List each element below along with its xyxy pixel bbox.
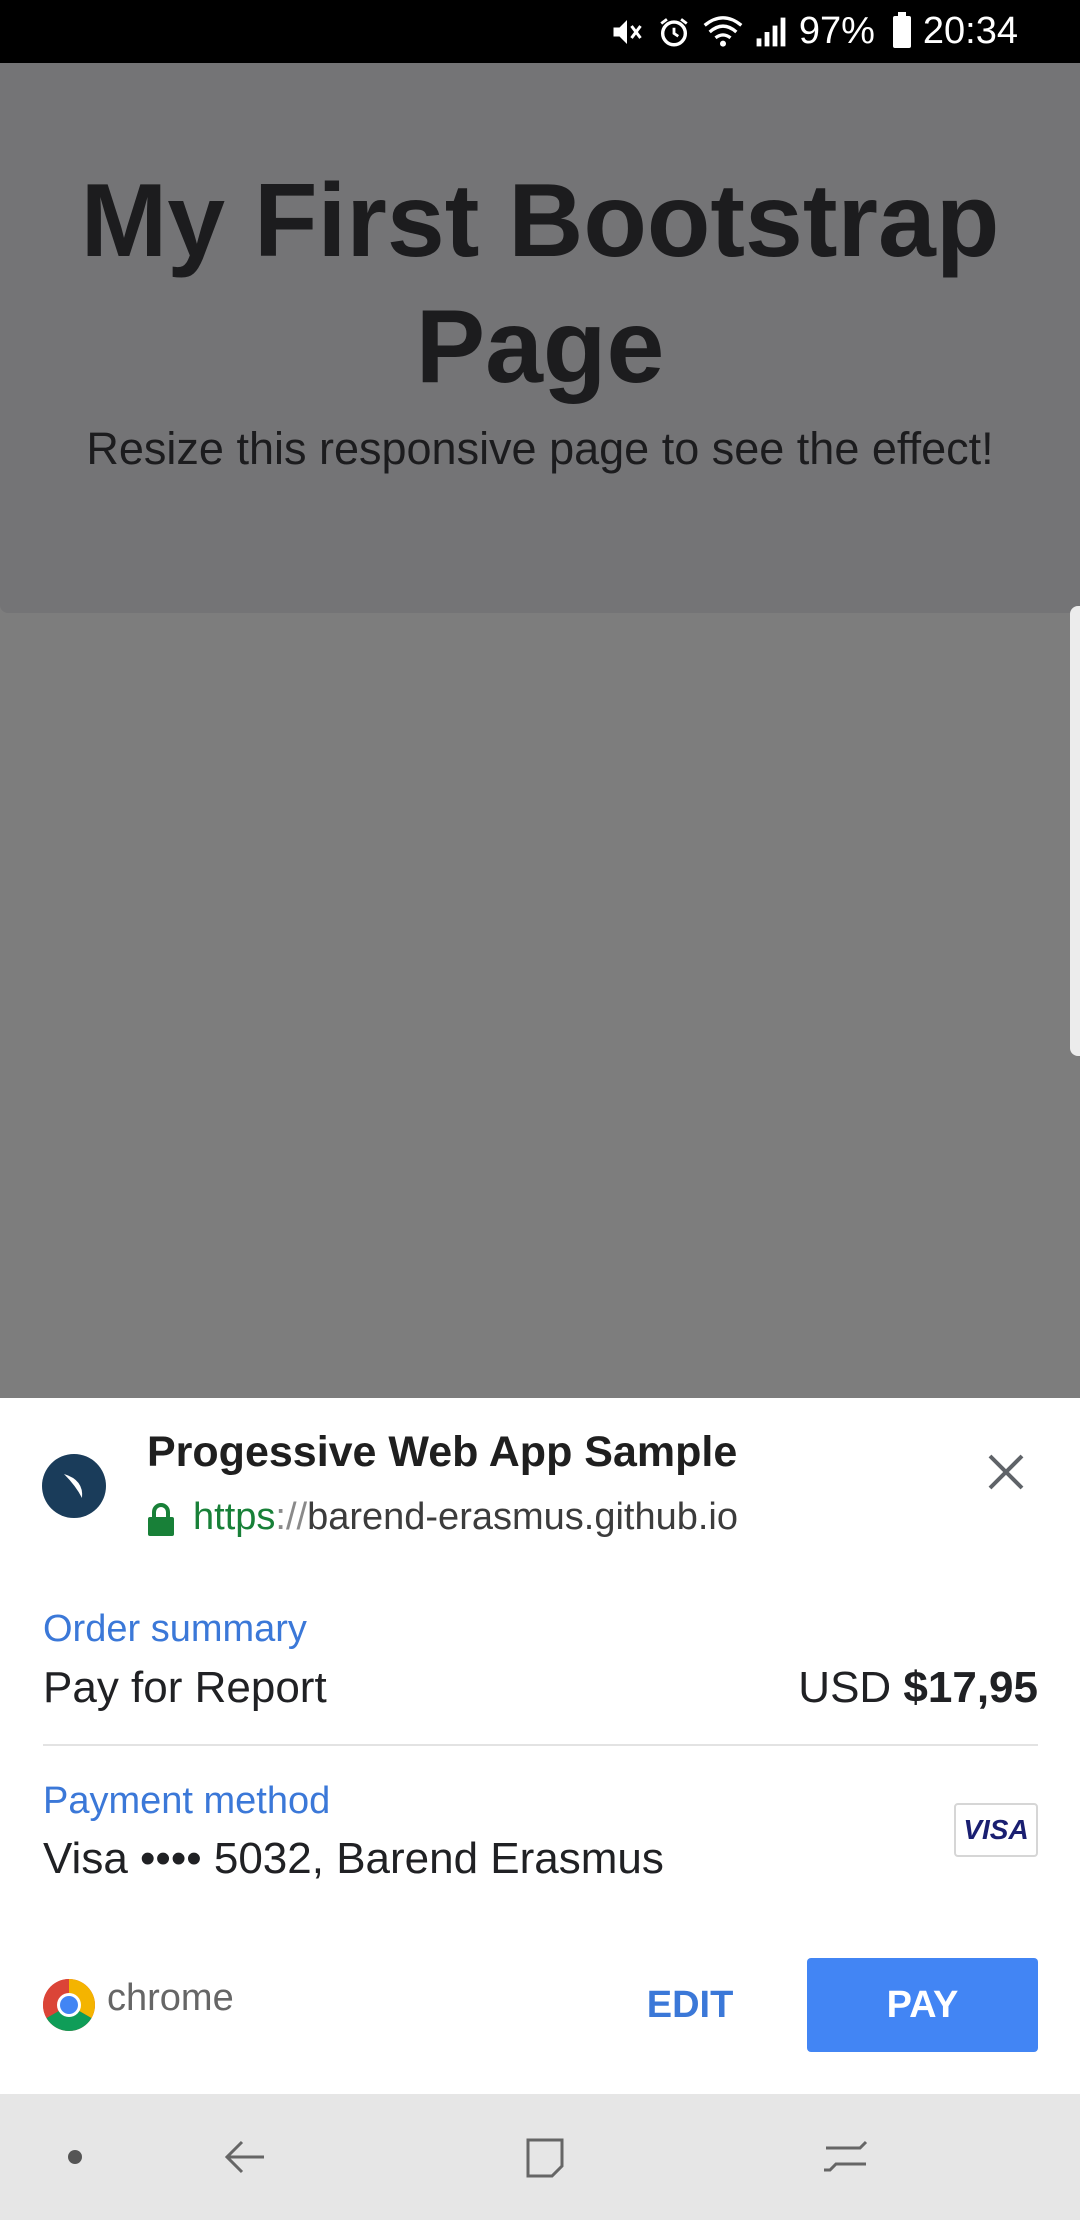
- order-amount: $17,95: [903, 1663, 1038, 1712]
- recents-icon: [824, 2140, 868, 2172]
- edit-button[interactable]: EDIT: [620, 1958, 760, 2052]
- url-separator: ://: [275, 1496, 308, 1538]
- wifi-icon: [703, 15, 743, 49]
- battery-percent: 97%: [798, 10, 875, 52]
- clock: 20:34: [922, 10, 1018, 52]
- close-icon: [988, 1454, 1024, 1490]
- page-subtitle: Resize this responsive page to see the e…: [86, 423, 994, 474]
- pay-button[interactable]: PAY: [807, 1958, 1038, 2052]
- divider: [43, 1744, 1038, 1746]
- dot-icon: [68, 2150, 82, 2164]
- status-bar: 97% 20:34: [0, 0, 1080, 63]
- chrome-logo-icon: [43, 1979, 95, 2031]
- order-total: USD $17,95: [798, 1663, 1038, 1713]
- order-summary-label[interactable]: Order summary: [43, 1608, 307, 1651]
- recents-button[interactable]: [805, 2094, 885, 2220]
- merchant-title: Progessive Web App Sample: [147, 1428, 738, 1476]
- dot-button[interactable]: [40, 2094, 110, 2220]
- payment-method-label[interactable]: Payment method: [43, 1780, 330, 1823]
- merchant-url: https :// barend-erasmus.github.io: [147, 1496, 738, 1539]
- signal-icon: [755, 15, 787, 49]
- back-button[interactable]: [205, 2094, 285, 2220]
- home-button[interactable]: [505, 2094, 585, 2220]
- chrome-brand-label: chrome: [107, 1977, 234, 2019]
- mute-icon: [609, 14, 645, 50]
- payment-sheet: Progessive Web App Sample https :// bare…: [0, 1398, 1080, 2094]
- back-icon: [224, 2140, 264, 2174]
- status-icons: 97% 20:34: [609, 0, 1018, 63]
- home-icon: [526, 2138, 564, 2178]
- close-button[interactable]: [976, 1442, 1036, 1502]
- order-item: Pay for Report: [43, 1663, 327, 1712]
- alarm-icon: [657, 15, 691, 49]
- lock-icon: [147, 1502, 175, 1537]
- navigation-bar: [0, 2094, 1080, 2220]
- payment-method-value[interactable]: Visa •••• 5032, Barend Erasmus: [43, 1834, 664, 1884]
- visa-card-icon: VISA: [954, 1803, 1038, 1857]
- battery-icon: [892, 11, 911, 48]
- scrollbar-handle[interactable]: [1070, 606, 1080, 1056]
- page-title: My First Bootstrap Page: [80, 163, 1000, 405]
- order-currency: USD: [798, 1663, 904, 1712]
- jumbotron: My First Bootstrap Page Resize this resp…: [0, 63, 1080, 613]
- url-host: barend-erasmus.github.io: [307, 1496, 738, 1538]
- merchant-logo-icon: [42, 1454, 106, 1518]
- url-scheme: https: [193, 1496, 276, 1538]
